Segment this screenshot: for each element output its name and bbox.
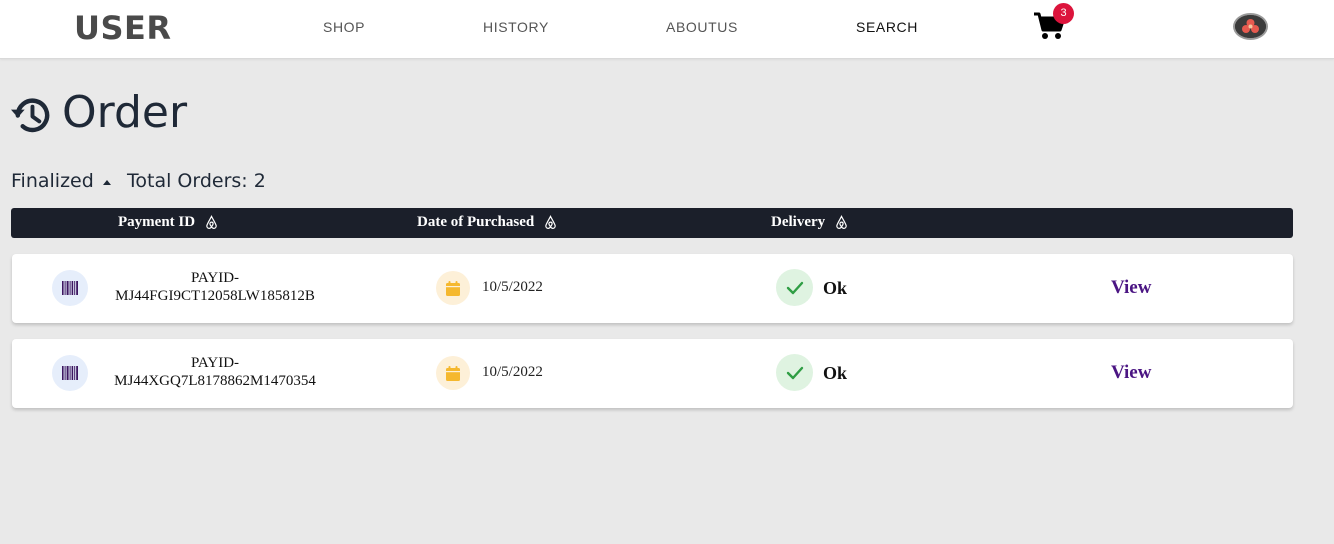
check-icon	[776, 269, 813, 306]
nav-link-aboutus[interactable]: ABOUTUS	[666, 19, 738, 35]
payment-id-prefix: PAYID-	[190, 355, 240, 371]
delivery-status: Ok	[823, 363, 848, 383]
purchase-date: 10/5/2022	[482, 364, 543, 380]
view-order-link[interactable]: View	[1111, 362, 1151, 384]
sort-icon	[836, 215, 847, 230]
column-header-label: Delivery	[771, 214, 826, 230]
payment-id: PAYID- MJ44XGQ7L8178862M1470354	[100, 354, 330, 390]
top-navbar: USER SHOP HISTORY ABOUTUS SEARCH 3	[0, 0, 1334, 59]
payment-id-prefix: PAYID-	[190, 270, 240, 286]
column-header-date[interactable]: Date of Purchased	[417, 214, 558, 231]
nav-link-search[interactable]: SEARCH	[856, 19, 918, 35]
total-orders-count: Total Orders: 2	[127, 170, 266, 192]
history-icon	[10, 98, 50, 133]
column-header-delivery[interactable]: Delivery	[771, 214, 849, 231]
orders-table-header: Payment ID Date of Purchased Delivery	[11, 208, 1293, 238]
calendar-icon	[436, 356, 470, 390]
delivery-status: Ok	[823, 278, 848, 298]
column-header-label: Date of Purchased	[417, 214, 535, 230]
sort-icon	[545, 215, 557, 230]
user-avatar[interactable]	[1233, 13, 1268, 40]
column-header-label: Payment ID	[118, 214, 196, 230]
nav-link-history[interactable]: HISTORY	[483, 19, 549, 35]
order-row: PAYID- MJ44XGQ7L8178862M1470354 10/5/202…	[12, 339, 1293, 408]
sort-icon	[206, 215, 217, 230]
purchase-date: 10/5/2022	[482, 279, 543, 295]
check-icon	[776, 354, 813, 391]
column-header-payment-id[interactable]: Payment ID	[118, 214, 219, 231]
cart-count-badge: 3	[1053, 3, 1074, 24]
order-row: PAYID- MJ44FGI9CT12058LW185812B 10/5/202…	[12, 254, 1293, 323]
payment-id: PAYID- MJ44FGI9CT12058LW185812B	[100, 269, 330, 305]
status-filter-dropdown[interactable]: Finalized	[11, 170, 94, 192]
nav-link-shop[interactable]: SHOP	[323, 19, 365, 35]
payment-id-value: MJ44XGQ7L8178862M1470354	[114, 373, 316, 389]
payment-id-value: MJ44FGI9CT12058LW185812B	[115, 288, 315, 304]
calendar-icon	[436, 271, 470, 305]
page-title: Order	[62, 87, 188, 138]
barcode-icon	[52, 355, 88, 391]
barcode-icon	[52, 270, 88, 306]
caret-up-icon[interactable]	[103, 180, 111, 185]
brand-logo[interactable]: USER	[74, 9, 172, 47]
view-order-link[interactable]: View	[1111, 277, 1151, 299]
